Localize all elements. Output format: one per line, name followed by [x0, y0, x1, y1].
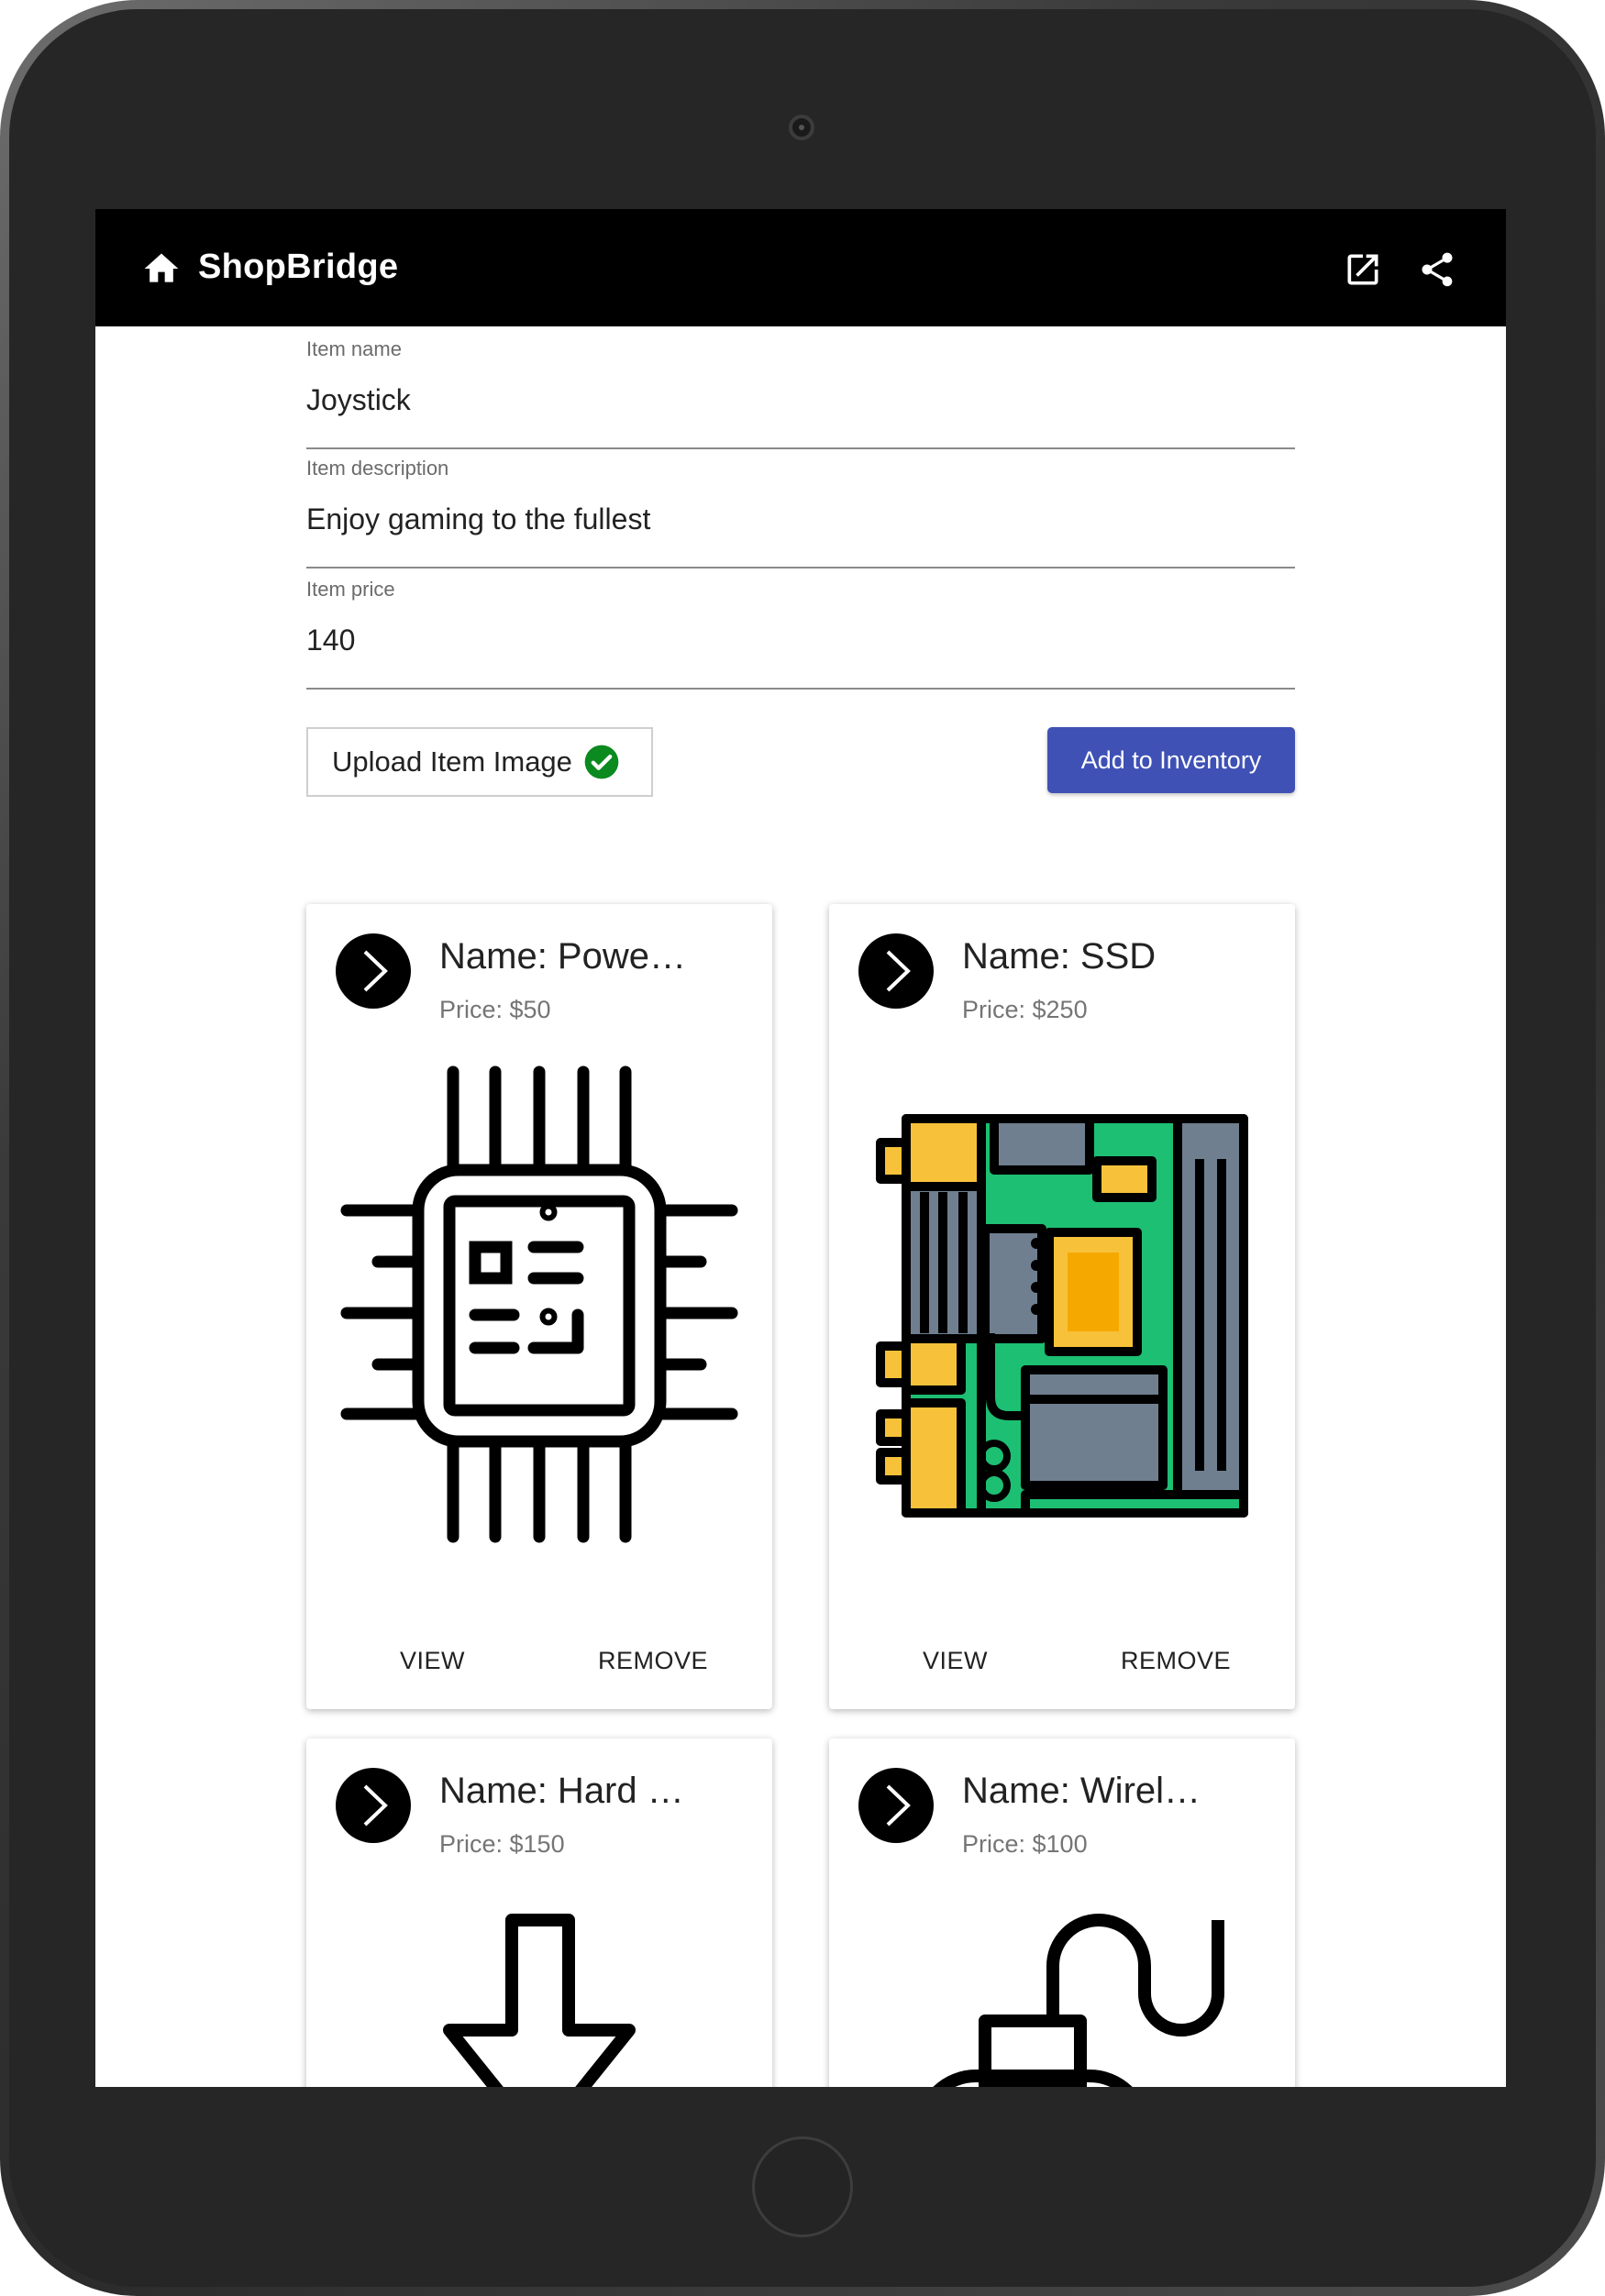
product-name: Name: SSD — [962, 936, 1157, 977]
item-name-label: Item name — [306, 337, 402, 360]
chevron-right-icon — [886, 950, 911, 992]
product-price: Price: $250 — [962, 996, 1088, 1023]
item-description-field[interactable]: Item description Enjoy gaming to the ful… — [306, 457, 1295, 568]
front-camera — [789, 115, 814, 140]
mouse-cable-icon — [933, 1914, 1224, 2087]
expand-avatar[interactable] — [336, 933, 411, 1009]
product-price: Price: $150 — [439, 1830, 565, 1858]
tablet-frame: ShopBridge Item name Joystick Item descr… — [0, 0, 1605, 2296]
view-button[interactable]: VIEW — [400, 1647, 465, 1675]
expand-avatar[interactable] — [336, 1768, 411, 1843]
product-card: Name: Wirel… Price: $100 — [829, 1739, 1295, 2087]
product-price: Price: $100 — [962, 1830, 1088, 1858]
home-icon[interactable] — [141, 248, 182, 289]
product-name: Name: Powe… — [439, 936, 686, 977]
check-circle-icon — [584, 745, 619, 779]
download-arrow-icon — [443, 1914, 636, 2087]
product-name: Name: Hard … — [439, 1771, 684, 1811]
card-actions: VIEW REMOVE — [306, 1638, 772, 1693]
open-in-new-icon[interactable] — [1343, 249, 1383, 290]
item-name-input[interactable]: Joystick — [306, 383, 1295, 417]
item-name-field[interactable]: Item name Joystick — [306, 337, 1295, 449]
product-card: Name: Powe… Price: $50 VIEW REMOVE — [306, 904, 772, 1709]
item-price-label: Item price — [306, 578, 395, 601]
expand-avatar[interactable] — [858, 1768, 934, 1843]
upload-image-button[interactable]: Upload Item Image — [306, 727, 653, 797]
app-screen: ShopBridge Item name Joystick Item descr… — [95, 209, 1506, 2087]
item-description-label: Item description — [306, 457, 449, 480]
chevron-right-icon — [886, 1784, 911, 1827]
remove-button[interactable]: REMOVE — [598, 1647, 708, 1675]
expand-avatar[interactable] — [858, 933, 934, 1009]
chevron-right-icon — [363, 950, 388, 992]
cpu-chip-icon — [340, 1065, 738, 1543]
app-bar: ShopBridge — [95, 209, 1506, 326]
remove-button[interactable]: REMOVE — [1121, 1647, 1231, 1675]
item-price-field[interactable]: Item price 140 — [306, 578, 1295, 690]
device-home-button[interactable] — [752, 2136, 853, 2237]
card-actions: VIEW REMOVE — [829, 1638, 1295, 1693]
view-button[interactable]: VIEW — [923, 1647, 988, 1675]
upload-image-label: Upload Item Image — [332, 745, 572, 778]
share-icon[interactable] — [1417, 249, 1457, 290]
motherboard-icon — [876, 1114, 1248, 1518]
item-description-input[interactable]: Enjoy gaming to the fullest — [306, 502, 1295, 536]
item-price-input[interactable]: 140 — [306, 624, 1295, 657]
product-price: Price: $50 — [439, 996, 551, 1023]
chevron-right-icon — [363, 1784, 388, 1827]
product-card: Name: SSD Price: $250 VIEW REMOVE — [829, 904, 1295, 1709]
product-name: Name: Wirel… — [962, 1771, 1201, 1811]
app-title: ShopBridge — [198, 248, 399, 286]
add-to-inventory-button[interactable]: Add to Inventory — [1047, 727, 1295, 793]
product-card: Name: Hard … Price: $150 — [306, 1739, 772, 2087]
